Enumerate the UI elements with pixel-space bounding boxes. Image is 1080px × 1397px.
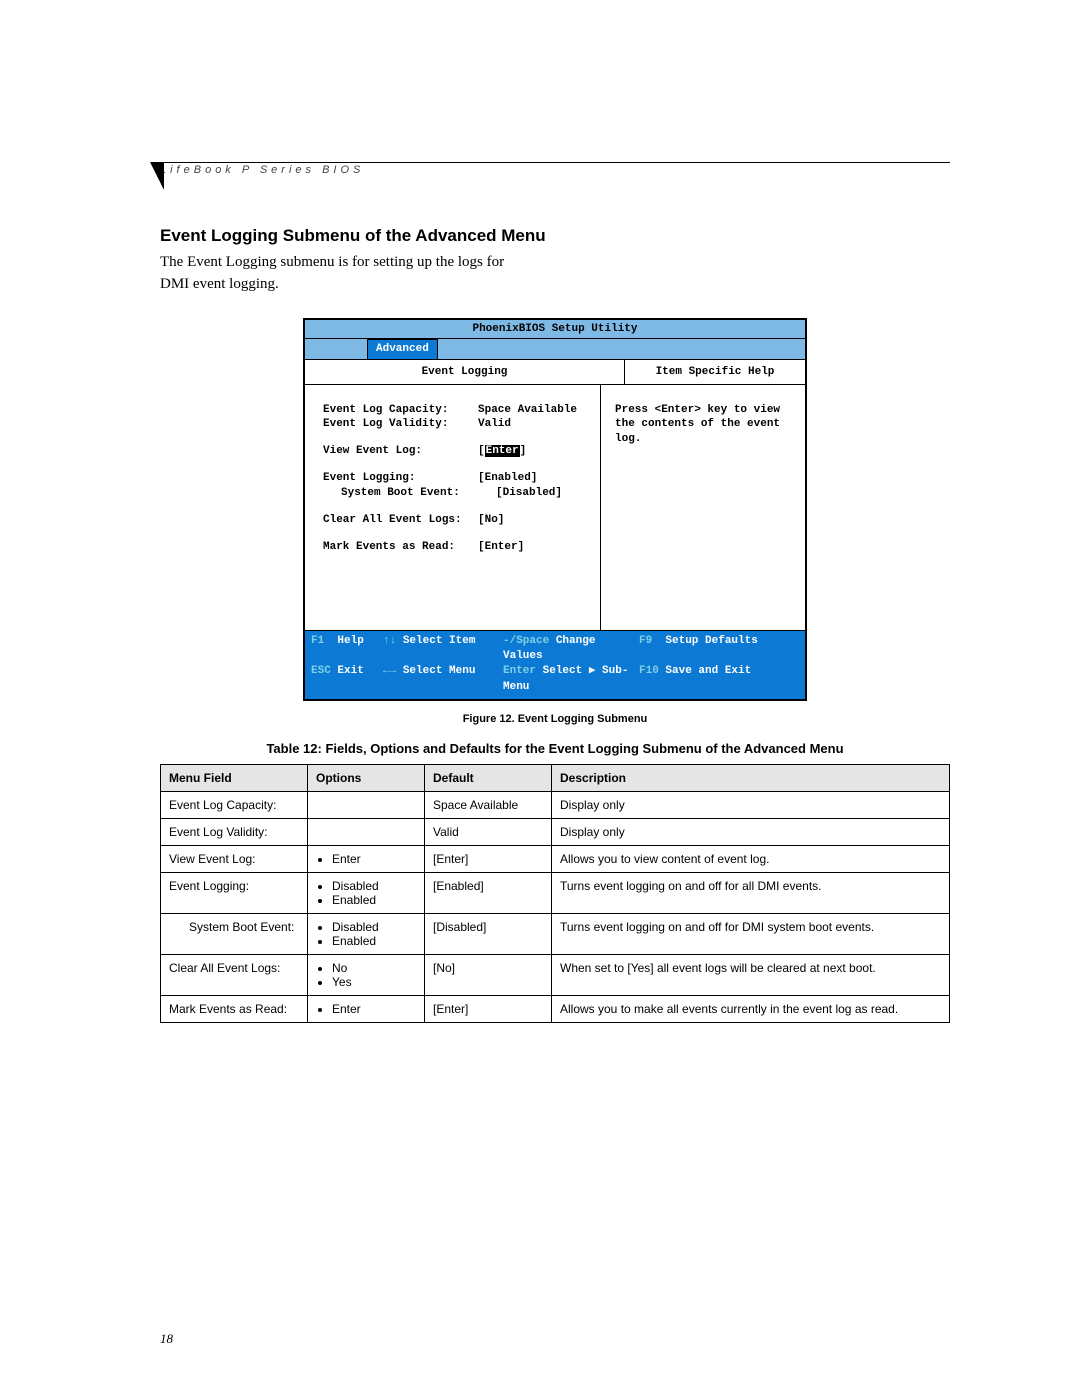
cell-description: Display only [552, 819, 950, 846]
cell-description: Allows you to view content of event log. [552, 846, 950, 873]
cell-menu-field: Event Logging: [161, 873, 308, 914]
cell-options [308, 819, 425, 846]
logging-value[interactable]: [Enabled] [478, 471, 537, 486]
bios-tab-row: Advanced [305, 339, 805, 360]
cell-options: Enter [308, 846, 425, 873]
running-header: LifeBook P Series BIOS [160, 164, 950, 176]
cell-default: [Disabled] [425, 914, 552, 955]
figure-caption: Figure 12. Event Logging Submenu [160, 713, 950, 725]
spec-table: Menu Field Options Default Description E… [160, 764, 950, 1023]
clear-value[interactable]: [No] [478, 513, 504, 528]
cell-description: When set to [Yes] all event logs will be… [552, 955, 950, 996]
table-row: Event Log Validity: ValidDisplay only [161, 819, 950, 846]
view-value[interactable]: [Enter] [478, 444, 526, 459]
table-row: Event Log Capacity: Space AvailableDispla… [161, 792, 950, 819]
cell-menu-field: Mark Events as Read: [161, 996, 308, 1023]
document-page: LifeBook P Series BIOS Event Logging Sub… [0, 0, 1080, 1397]
cell-menu-field: Clear All Event Logs: [161, 955, 308, 996]
th-options: Options [308, 765, 425, 792]
cell-options: DisabledEnabled [308, 873, 425, 914]
table-header-row: Menu Field Options Default Description [161, 765, 950, 792]
bios-fields-panel: Event Log Capacity: Space Available Even… [305, 385, 601, 630]
table-row: Clear All Event Logs:NoYes[No]When set t… [161, 955, 950, 996]
bios-footer: F1 Help ↑↓ Select Item -/Space Change Va… [305, 631, 805, 700]
cell-options: Enter [308, 996, 425, 1023]
boot-label: System Boot Event: [323, 486, 496, 501]
cell-menu-field: System Boot Event: [161, 914, 308, 955]
cell-description: Display only [552, 792, 950, 819]
bios-right-heading: Item Specific Help [625, 360, 805, 384]
table-row: System Boot Event:DisabledEnabled[Disabl… [161, 914, 950, 955]
cell-default: Valid [425, 819, 552, 846]
table-row: Mark Events as Read:Enter[Enter]Allows y… [161, 996, 950, 1023]
section-body: The Event Logging submenu is for setting… [160, 252, 520, 296]
cell-menu-field: Event Log Capacity: [161, 792, 308, 819]
mark-label: Mark Events as Read: [323, 540, 478, 555]
validity-value: Valid [478, 417, 511, 432]
bios-panel-headings: Event Logging Item Specific Help [305, 360, 805, 385]
top-rule [162, 162, 950, 163]
th-default: Default [425, 765, 552, 792]
logging-label: Event Logging: [323, 471, 478, 486]
cell-menu-field: Event Log Validity: [161, 819, 308, 846]
th-description: Description [552, 765, 950, 792]
cell-options: NoYes [308, 955, 425, 996]
table-row: Event Logging:DisabledEnabled[Enabled]Tu… [161, 873, 950, 914]
bios-help-panel: Press <Enter> key to view the contents o… [601, 385, 805, 630]
table-row: View Event Log:Enter[Enter]Allows you to… [161, 846, 950, 873]
boot-value[interactable]: [Disabled] [496, 486, 562, 501]
section-title: Event Logging Submenu of the Advanced Me… [160, 226, 950, 246]
cell-default: [No] [425, 955, 552, 996]
cell-options: DisabledEnabled [308, 914, 425, 955]
bios-screenshot: PhoenixBIOS Setup Utility Advanced Event… [303, 318, 807, 702]
validity-label: Event Log Validity: [323, 417, 478, 432]
table-title: Table 12: Fields, Options and Defaults f… [160, 741, 950, 756]
bios-left-heading: Event Logging [305, 360, 625, 384]
mark-value[interactable]: [Enter] [478, 540, 524, 555]
clear-label: Clear All Event Logs: [323, 513, 478, 528]
capacity-label: Event Log Capacity: [323, 403, 478, 418]
cell-description: Turns event logging on and off for all D… [552, 873, 950, 914]
page-number: 18 [160, 1331, 173, 1347]
cell-description: Turns event logging on and off for DMI s… [552, 914, 950, 955]
capacity-value: Space Available [478, 403, 577, 418]
cell-options [308, 792, 425, 819]
th-menu-field: Menu Field [161, 765, 308, 792]
view-label: View Event Log: [323, 444, 478, 459]
bios-tab-advanced[interactable]: Advanced [367, 339, 438, 359]
cell-description: Allows you to make all events currently … [552, 996, 950, 1023]
cell-default: [Enter] [425, 846, 552, 873]
corner-ornament [150, 162, 164, 190]
bios-title: PhoenixBIOS Setup Utility [305, 320, 805, 339]
cell-menu-field: View Event Log: [161, 846, 308, 873]
cell-default: [Enabled] [425, 873, 552, 914]
cell-default: Space Available [425, 792, 552, 819]
cell-default: [Enter] [425, 996, 552, 1023]
